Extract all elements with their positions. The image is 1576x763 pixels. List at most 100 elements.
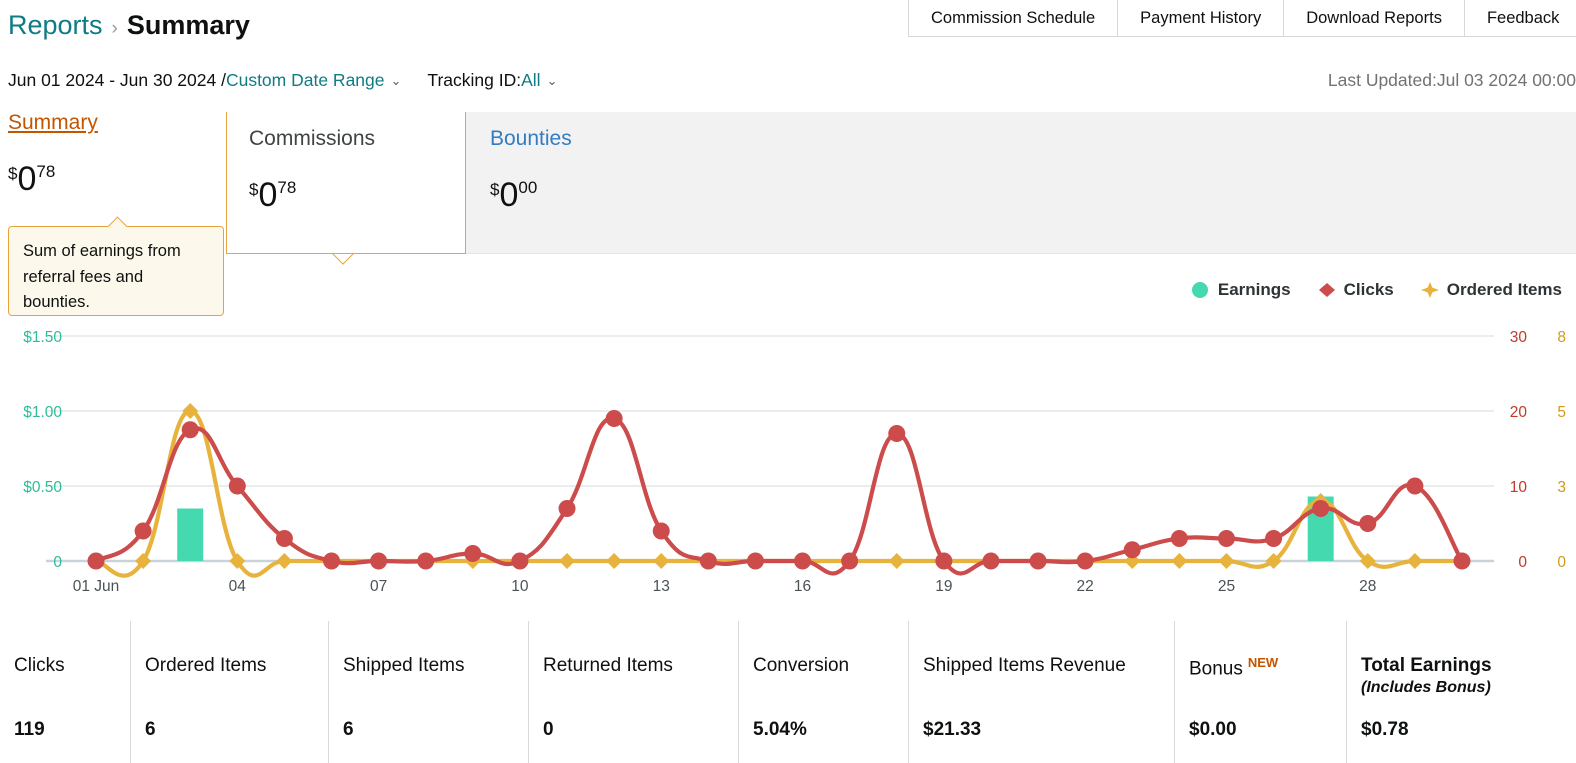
x-tick-label: 01 Jun [73,578,120,595]
clicks-point [370,552,388,570]
x-tick-label: 10 [511,578,529,595]
custom-date-range-selector[interactable]: Custom Date Range [226,70,385,91]
top-navigation-tabs: Commission Schedule Payment History Down… [908,0,1576,37]
chart-axis-clicks: 0 10 20 30 [1510,329,1528,571]
y-tick-earnings: 0 [53,554,62,571]
metric-tab-summary-label[interactable]: Summary [8,112,226,133]
clicks-point [1312,500,1330,517]
clicks-point [794,552,812,570]
x-tick-label: 13 [653,578,670,595]
summary-cell-value: 5.04% [753,719,807,740]
ordered-items-point [888,553,905,569]
summary-cell-header: Returned Items [543,655,673,676]
metric-tab-bounties[interactable]: Bounties $000 [466,112,1576,254]
filter-row: Jun 01 2024 - Jun 30 2024 / Custom Date … [8,70,557,91]
summary-table: Clicks 119 Ordered Items 6 Shipped Items 6 Ret… [0,621,1576,763]
chart-bars-earnings [177,496,1334,561]
summary-cell-value: $21.33 [923,719,982,740]
clicks-point [888,425,906,442]
summary-cell-value: 119 [14,719,45,740]
clicks-point [1029,552,1047,570]
currency-symbol: $ [490,180,500,199]
chart-area: Earnings Clicks Ordered Items 0 $0.50 $1.0… [0,258,1576,610]
tracking-id-label: Tracking ID: [427,70,522,90]
chart-axis-x: 01 Jun 04 07 10 13 16 19 22 25 28 [73,578,1377,595]
clicks-point [558,500,576,517]
x-tick-label: 07 [370,578,387,595]
metric-tab-bounties-label[interactable]: Bounties [490,128,1576,149]
ordered-items-point [1171,553,1188,569]
summary-cell-total-earnings: Total Earnings (Includes Bonus) $0.78 [1346,621,1576,763]
chart-axis-earnings: 0 $0.50 $1.00 $1.50 [23,329,62,571]
summary-cell-header: Ordered Items [145,655,267,676]
value-integer: 0 [17,160,37,198]
legend-label-clicks: Clicks [1343,280,1394,299]
metric-tab-commissions[interactable]: Commissions $078 [226,112,466,254]
top-tab-commission-schedule[interactable]: Commission Schedule [908,0,1117,37]
metric-tab-commissions-label[interactable]: Commissions [249,128,465,149]
legend-item-clicks[interactable]: Clicks [1317,280,1394,300]
ordered-items-point [276,553,293,569]
x-tick-label: 22 [1077,578,1094,595]
clicks-point [275,530,293,547]
x-tick-label: 28 [1359,578,1376,595]
y-tick-clicks: 10 [1510,479,1528,496]
y-tick-orders: 5 [1557,404,1566,421]
ordered-items-point [653,553,670,569]
date-range-text: Jun 01 2024 - Jun 30 2024 / [8,70,226,90]
clicks-point [699,552,717,570]
summary-cell-header: Bonus NEW [1189,655,1279,680]
metric-tab-bounties-value: $000 [490,176,537,215]
page-title: Summary [126,10,250,40]
value-decimals: 00 [518,178,538,197]
value-decimals: 78 [36,162,56,181]
tracking-id-value[interactable]: All [521,70,540,91]
summary-cell-clicks: Clicks 119 [0,621,130,763]
summary-cell-conversion: Conversion 5.04% [738,621,908,763]
summary-cell-header: Shipped Items [343,655,465,676]
y-tick-earnings: $0.50 [23,479,62,496]
clicks-point [87,552,105,570]
y-tick-orders: 0 [1557,554,1566,571]
legend-item-ordered-items[interactable]: Ordered Items [1420,280,1562,300]
summary-cell-ordered-items: Ordered Items 6 [130,621,328,763]
legend-item-earnings[interactable]: Earnings [1191,280,1291,300]
chart-axis-orders: 0 3 5 8 [1557,329,1566,571]
y-tick-earnings: $1.50 [23,329,62,346]
clicks-point [605,410,623,427]
chevron-down-icon-tracking[interactable]: ⌄ [547,73,558,89]
ordered-items-point [1406,553,1423,569]
breadcrumb-link-reports[interactable]: Reports [8,10,103,41]
star-icon [1420,281,1439,299]
currency-symbol: $ [249,180,259,199]
summary-cell-value: 6 [145,719,156,740]
series-line [93,416,1465,576]
summary-tooltip: Sum of earnings from referral fees and b… [8,226,224,316]
ordered-items-point [559,553,576,569]
top-tab-payment-history[interactable]: Payment History [1117,0,1283,37]
clicks-point [1076,552,1094,570]
summary-cell-value: $0.00 [1189,719,1237,740]
ordered-items-point [606,553,623,569]
summary-cell-shipped-items-revenue: Shipped Items Revenue $21.33 [908,621,1174,763]
summary-cell-returned-items: Returned Items 0 [528,621,738,763]
summary-cell-bonus: Bonus NEW $0.00 [1174,621,1346,763]
y-tick-clicks: 0 [1518,554,1527,571]
chevron-down-icon[interactable]: ⌄ [391,73,402,89]
clicks-point [417,552,435,570]
breadcrumb: Reports › Summary [8,10,250,41]
clicks-point [652,522,670,540]
circle-icon [1191,281,1209,299]
legend-label-earnings: Earnings [1217,280,1291,299]
top-tab-feedback[interactable]: Feedback [1463,0,1576,37]
summary-cell-shipped-items: Shipped Items 6 [328,621,528,763]
clicks-point [464,545,482,562]
clicks-point [181,421,199,439]
ordered-items-point [1218,553,1235,569]
top-tab-download-reports[interactable]: Download Reports [1283,0,1464,37]
clicks-point [1406,477,1424,495]
breadcrumb-separator-icon: › [111,18,118,39]
tooltip-text: Sum of earnings from referral fees and b… [23,242,181,312]
clicks-point [1170,530,1188,547]
metric-tab-commissions-value: $078 [249,176,296,215]
